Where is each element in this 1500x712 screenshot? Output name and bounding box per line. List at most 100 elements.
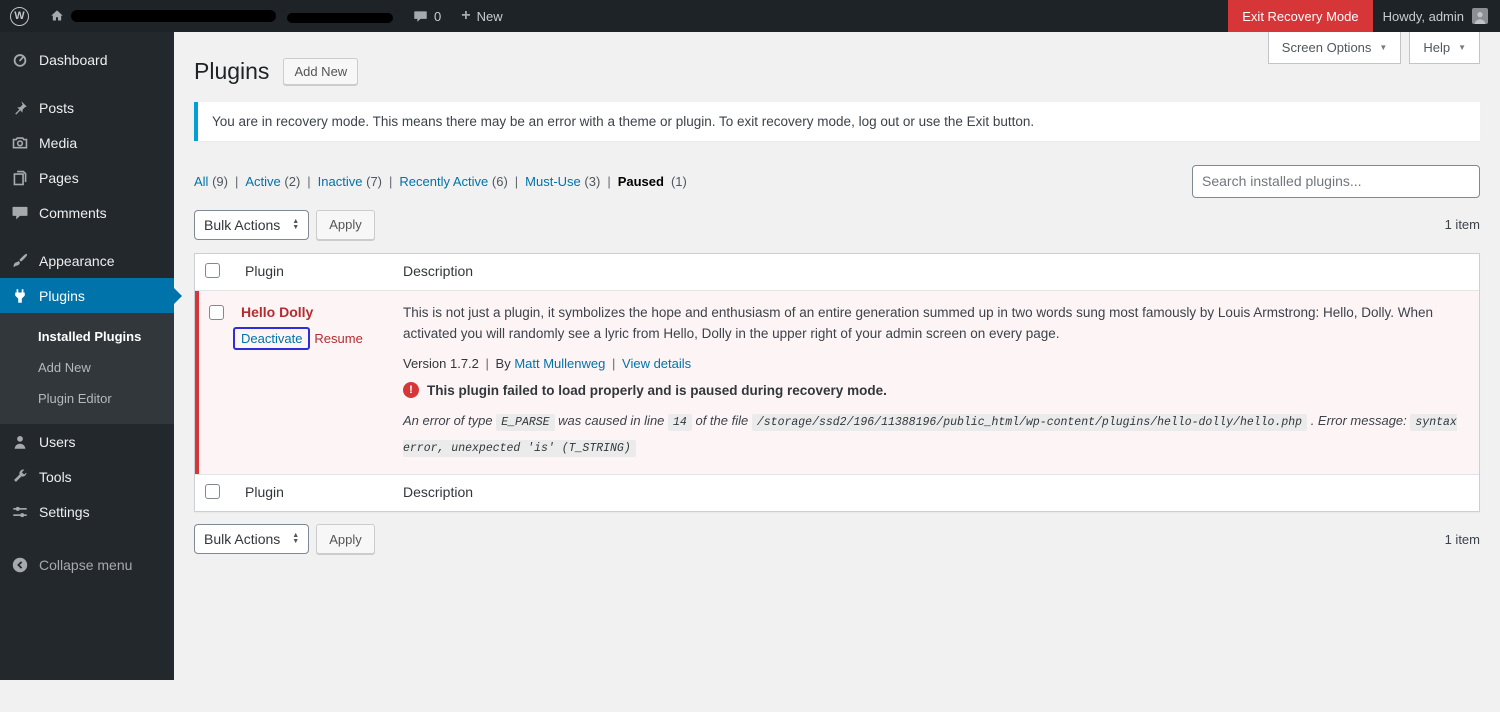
plugins-submenu: Installed Plugins Add New Plugin Editor: [0, 313, 174, 424]
item-count: 1 item: [1445, 217, 1480, 232]
sidebar-item-label: Appearance: [39, 253, 115, 269]
sidebar-item-media[interactable]: Media: [0, 125, 174, 160]
item-count-bottom: 1 item: [1445, 532, 1480, 547]
new-label: New: [477, 9, 503, 24]
error-file-path-code: /storage/ssd2/196/11388196/public_html/w…: [752, 414, 1307, 431]
sliders-icon: [10, 503, 29, 521]
help-label: Help: [1423, 40, 1450, 55]
admin-bar-account-menu[interactable]: Howdy, admin: [1373, 0, 1500, 32]
sidebar-item-label: Media: [39, 135, 77, 151]
admin-bar: W 0 + New Exit Recovery Mode Howdy, admi…: [0, 0, 1500, 32]
deactivate-highlight-box: Deactivate: [233, 327, 310, 350]
sidebar-item-users[interactable]: Users: [0, 424, 174, 459]
meta-separator: |: [612, 356, 615, 371]
filter-separator: |: [389, 174, 392, 189]
pages-icon: [10, 169, 29, 187]
bulk-actions-label: Bulk Actions: [204, 531, 280, 547]
sidebar-item-plugins[interactable]: Plugins: [0, 278, 174, 313]
bulk-actions-label: Bulk Actions: [204, 217, 280, 233]
submenu-add-new[interactable]: Add New: [0, 352, 174, 383]
screen-options-label: Screen Options: [1282, 40, 1372, 55]
screen-meta-links: Screen Options ▼ Help ▼: [1268, 32, 1480, 64]
recovery-mode-notice: You are in recovery mode. This means the…: [194, 102, 1480, 141]
plugin-status-filters: All (9)| Active (2)| Inactive (7)| Recen…: [194, 174, 687, 189]
menu-separator: [0, 230, 174, 243]
comments-icon: [10, 204, 29, 222]
description-column-footer: Description: [393, 475, 1479, 511]
help-button[interactable]: Help ▼: [1409, 32, 1480, 64]
chevron-down-icon: ▼: [1379, 43, 1387, 52]
site-name-link[interactable]: [39, 0, 403, 32]
filter-inactive[interactable]: Inactive (7): [318, 174, 382, 189]
select-all-checkbox-bottom[interactable]: [205, 484, 220, 499]
plugin-title-cell: Hello Dolly Deactivate Resume: [235, 291, 393, 475]
pushpin-icon: [10, 99, 29, 117]
home-icon: [49, 8, 65, 24]
sidebar-item-dashboard[interactable]: Dashboard: [0, 42, 174, 77]
error-text: An error of type: [403, 413, 493, 428]
filter-paused-current: Paused (1): [618, 174, 687, 189]
collapse-arrow-icon: [10, 556, 29, 574]
filter-separator: |: [607, 174, 610, 189]
view-details-link[interactable]: View details: [622, 356, 691, 371]
collapse-menu-button[interactable]: Collapse menu: [0, 547, 174, 582]
filter-recently-active[interactable]: Recently Active (6): [399, 174, 507, 189]
search-plugins-input[interactable]: [1192, 165, 1480, 198]
paused-warning-text: This plugin failed to load properly and …: [427, 383, 887, 398]
deactivate-link[interactable]: Deactivate: [241, 331, 302, 346]
select-all-checkbox[interactable]: [205, 263, 220, 278]
filter-must-use[interactable]: Must-Use (3): [525, 174, 600, 189]
screen-options-button[interactable]: Screen Options ▼: [1268, 32, 1402, 64]
plugin-row-hello-dolly: Hello Dolly Deactivate Resume This is not…: [195, 291, 1479, 475]
plugin-description: This is not just a plugin, it symbolizes…: [403, 303, 1465, 345]
bulk-actions-select-bottom[interactable]: Bulk Actions ▲▼: [194, 524, 309, 554]
apply-button[interactable]: Apply: [316, 210, 375, 240]
resume-link[interactable]: Resume: [314, 331, 362, 346]
sidebar-item-label: Settings: [39, 504, 90, 520]
page-title: Plugins: [194, 58, 269, 86]
plugin-column-footer: Plugin: [235, 475, 393, 511]
tablenav-bottom: Bulk Actions ▲▼ Apply 1 item: [194, 524, 1480, 554]
avatar: [1472, 8, 1488, 24]
users-icon: [10, 433, 29, 451]
sidebar-item-posts[interactable]: Posts: [0, 90, 174, 125]
paused-warning: ! This plugin failed to load properly an…: [403, 382, 1465, 398]
apply-button-bottom[interactable]: Apply: [316, 524, 375, 554]
sidebar-item-settings[interactable]: Settings: [0, 494, 174, 529]
filter-active[interactable]: Active (2): [245, 174, 300, 189]
plugin-row-checkbox[interactable]: [209, 305, 224, 320]
sidebar-item-appearance[interactable]: Appearance: [0, 243, 174, 278]
sidebar-item-pages[interactable]: Pages: [0, 160, 174, 195]
admin-bar-comments[interactable]: 0: [403, 0, 451, 32]
tablenav-top: Bulk Actions ▲▼ Apply 1 item: [194, 210, 1480, 240]
redacted-site-name: [71, 10, 276, 22]
bulk-actions-select[interactable]: Bulk Actions ▲▼: [194, 210, 309, 240]
comment-bubble-icon: [413, 9, 428, 24]
sidebar-item-label: Comments: [39, 205, 107, 221]
submenu-plugin-editor[interactable]: Plugin Editor: [0, 383, 174, 414]
filter-all[interactable]: All (9): [194, 174, 228, 189]
wrench-icon: [10, 468, 29, 486]
plugin-version: Version 1.7.2: [403, 356, 479, 371]
camera-icon: [10, 134, 29, 152]
add-new-plugin-button[interactable]: Add New: [283, 58, 358, 85]
plugin-column-header: Plugin: [235, 254, 393, 290]
sidebar-item-label: Pages: [39, 170, 79, 186]
chevron-down-icon: ▼: [1458, 43, 1466, 52]
redacted-site-name: [287, 13, 393, 23]
paintbrush-icon: [10, 252, 29, 270]
exit-recovery-mode-button[interactable]: Exit Recovery Mode: [1228, 0, 1372, 32]
select-arrows-icon: ▲▼: [292, 533, 299, 545]
meta-separator: |: [486, 356, 489, 371]
plugin-name: Hello Dolly: [241, 304, 383, 320]
admin-bar-new-button[interactable]: + New: [451, 0, 512, 32]
sidebar-item-comments[interactable]: Comments: [0, 195, 174, 230]
plugin-row-actions: Deactivate Resume: [241, 327, 383, 350]
wordpress-logo[interactable]: W: [0, 0, 39, 32]
plus-icon: +: [461, 8, 470, 24]
author-link[interactable]: Matt Mullenweg: [514, 356, 605, 371]
sidebar-item-label: Plugins: [39, 288, 85, 304]
sidebar-item-label: Posts: [39, 100, 74, 116]
sidebar-item-tools[interactable]: Tools: [0, 459, 174, 494]
submenu-installed-plugins[interactable]: Installed Plugins: [0, 321, 174, 352]
